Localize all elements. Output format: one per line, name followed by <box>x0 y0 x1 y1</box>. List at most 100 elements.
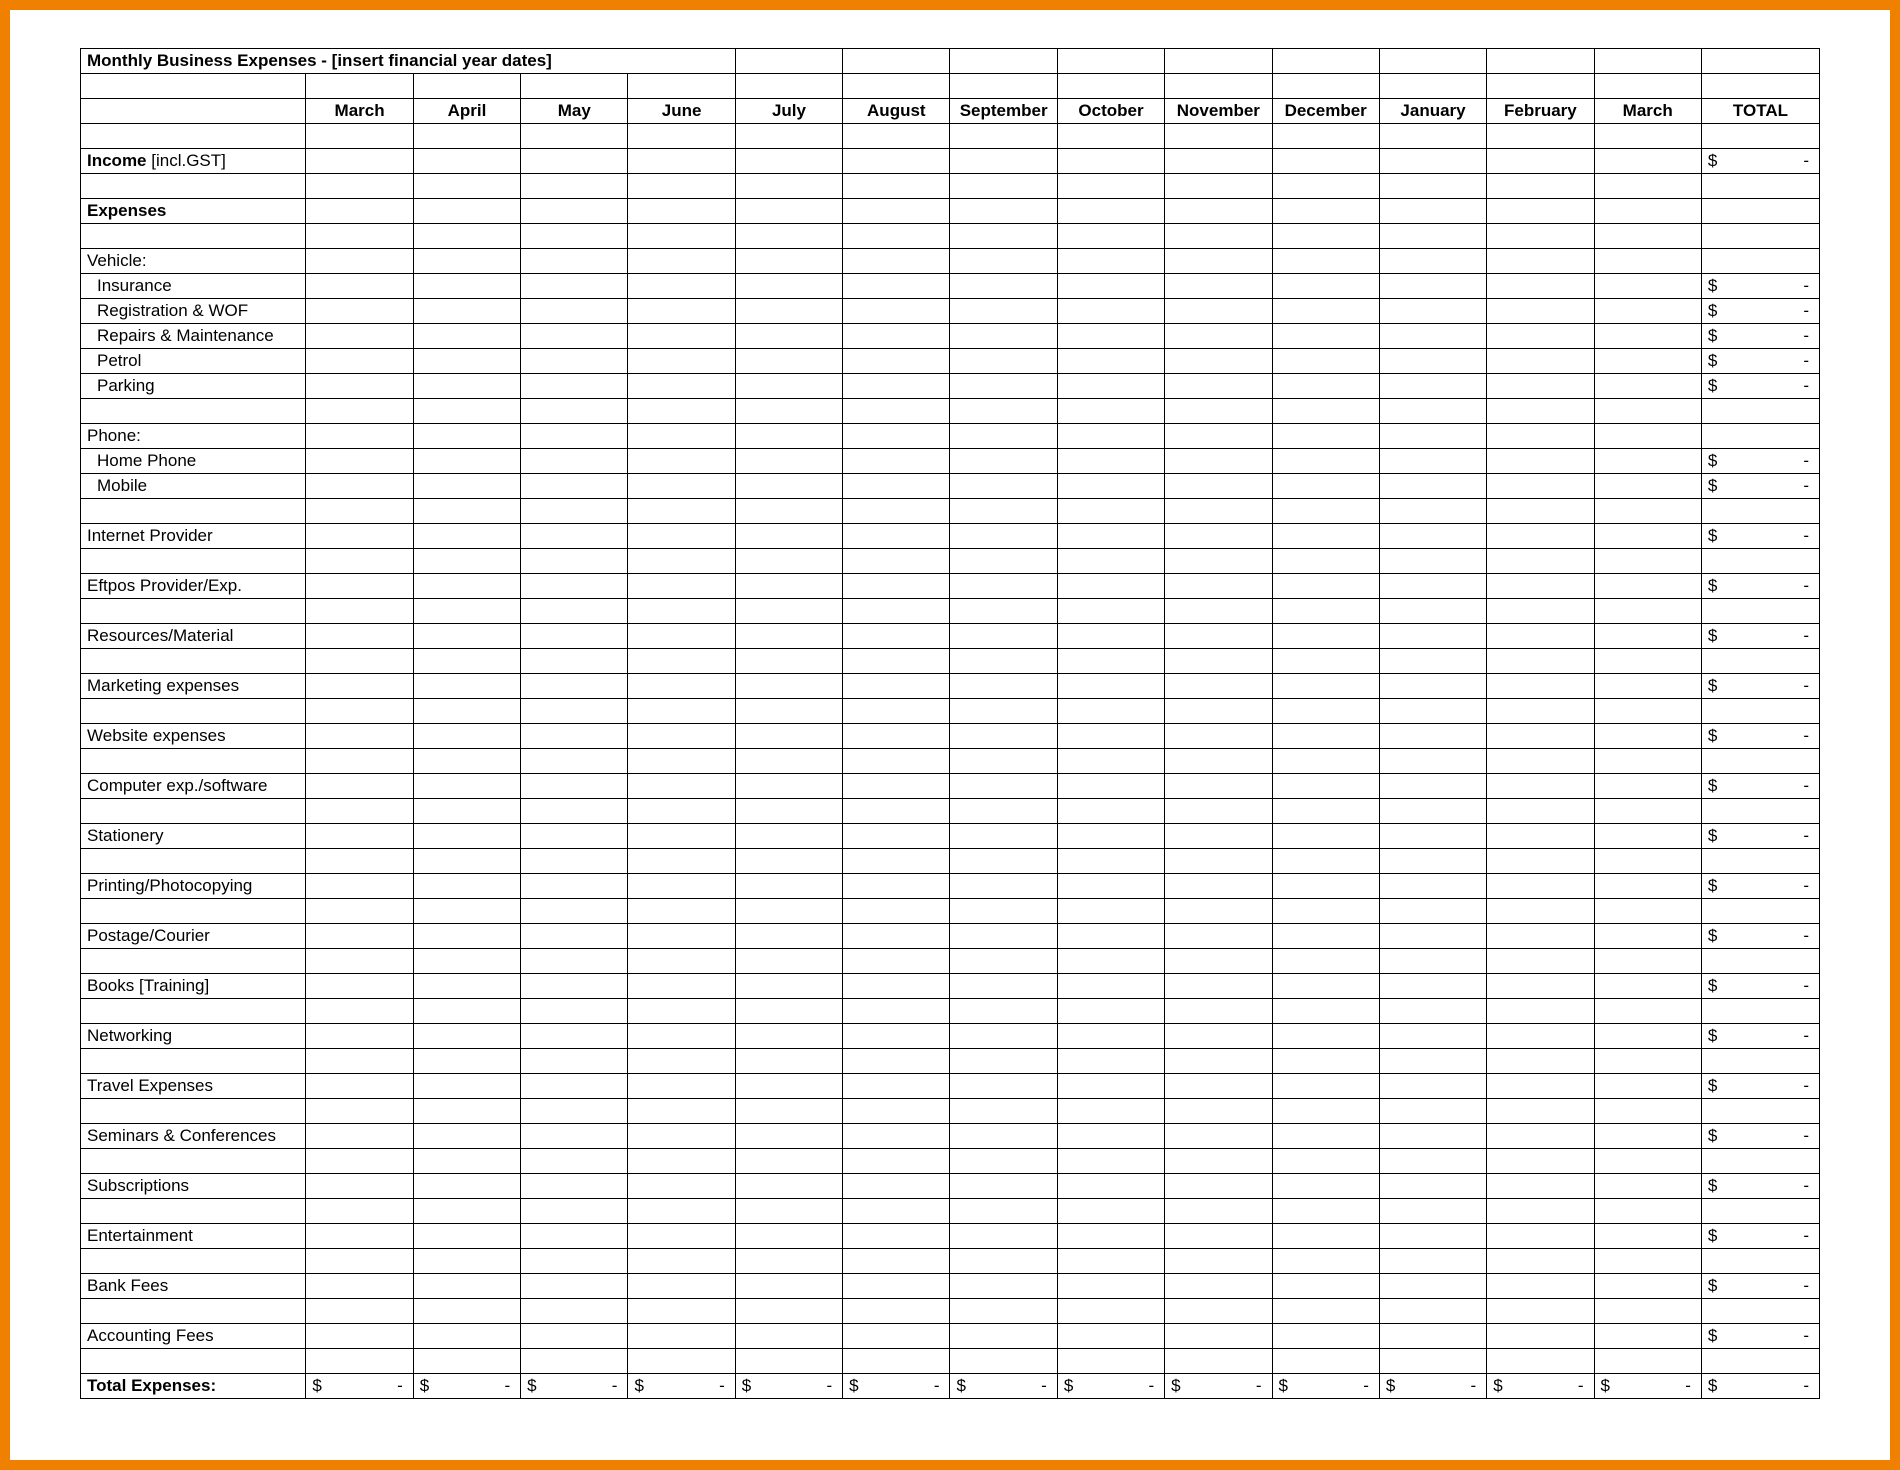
cell[interactable] <box>1272 1024 1379 1049</box>
row-total[interactable]: $- <box>1701 1174 1819 1199</box>
cell[interactable] <box>628 149 735 174</box>
cell[interactable] <box>306 374 413 399</box>
cell[interactable] <box>1487 349 1594 374</box>
cell[interactable] <box>306 324 413 349</box>
row-total[interactable]: $- <box>1701 474 1819 499</box>
cell[interactable] <box>1379 349 1486 374</box>
row-label[interactable]: Internet Provider <box>81 524 306 549</box>
cell[interactable] <box>1487 299 1594 324</box>
cell[interactable] <box>1594 774 1701 799</box>
cell[interactable] <box>950 524 1057 549</box>
cell[interactable] <box>1165 724 1272 749</box>
cell[interactable] <box>413 274 520 299</box>
cell[interactable] <box>413 1324 520 1349</box>
total-expenses-month[interactable]: $- <box>1487 1374 1594 1399</box>
cell[interactable] <box>1487 924 1594 949</box>
row-label[interactable]: Resources/Material <box>81 624 306 649</box>
cell[interactable] <box>413 524 520 549</box>
cell[interactable] <box>950 299 1057 324</box>
row-label[interactable]: Seminars & Conferences <box>81 1124 306 1149</box>
cell[interactable] <box>628 874 735 899</box>
cell[interactable] <box>950 824 1057 849</box>
cell[interactable] <box>1165 299 1272 324</box>
cell[interactable] <box>1379 674 1486 699</box>
cell[interactable] <box>413 449 520 474</box>
cell[interactable] <box>521 724 628 749</box>
cell[interactable] <box>950 874 1057 899</box>
cell[interactable] <box>1487 1224 1594 1249</box>
cell[interactable] <box>306 824 413 849</box>
cell[interactable] <box>1379 474 1486 499</box>
cell[interactable] <box>1487 324 1594 349</box>
cell[interactable] <box>735 1174 842 1199</box>
cell[interactable] <box>1057 299 1164 324</box>
cell[interactable] <box>1379 1224 1486 1249</box>
row-total[interactable]: $- <box>1701 624 1819 649</box>
cell[interactable] <box>1379 1274 1486 1299</box>
cell[interactable] <box>521 974 628 999</box>
cell[interactable] <box>628 774 735 799</box>
cell[interactable] <box>735 449 842 474</box>
cell[interactable] <box>306 924 413 949</box>
cell[interactable] <box>1379 824 1486 849</box>
cell[interactable] <box>1379 299 1486 324</box>
cell[interactable] <box>628 1224 735 1249</box>
cell[interactable] <box>628 449 735 474</box>
row-total[interactable]: $- <box>1701 374 1819 399</box>
row-total[interactable]: $- <box>1701 324 1819 349</box>
cell[interactable] <box>1594 1024 1701 1049</box>
row-total[interactable]: $- <box>1701 724 1819 749</box>
cell[interactable] <box>1057 349 1164 374</box>
cell[interactable] <box>413 1274 520 1299</box>
cell[interactable] <box>1594 724 1701 749</box>
cell[interactable] <box>1379 724 1486 749</box>
total-expenses-month[interactable]: $- <box>413 1374 520 1399</box>
cell[interactable] <box>1272 524 1379 549</box>
cell[interactable] <box>521 274 628 299</box>
row-total[interactable]: $- <box>1701 574 1819 599</box>
cell[interactable] <box>628 1074 735 1099</box>
row-label[interactable]: Income [incl.GST] <box>81 149 306 174</box>
row-total[interactable]: $- <box>1701 1024 1819 1049</box>
cell[interactable] <box>843 474 950 499</box>
row-total[interactable]: $- <box>1701 1224 1819 1249</box>
row-label[interactable]: Parking <box>81 374 306 399</box>
row-total[interactable]: $- <box>1701 924 1819 949</box>
cell[interactable] <box>1272 149 1379 174</box>
row-label[interactable]: Networking <box>81 1024 306 1049</box>
cell[interactable] <box>843 674 950 699</box>
cell[interactable] <box>950 974 1057 999</box>
cell[interactable] <box>306 774 413 799</box>
row-total[interactable]: $- <box>1701 974 1819 999</box>
cell[interactable] <box>735 349 842 374</box>
cell[interactable] <box>1165 824 1272 849</box>
cell[interactable] <box>628 274 735 299</box>
cell[interactable] <box>1165 1124 1272 1149</box>
cell[interactable] <box>1594 324 1701 349</box>
cell[interactable] <box>1165 1324 1272 1349</box>
cell[interactable] <box>306 974 413 999</box>
cell[interactable] <box>1594 624 1701 649</box>
row-label[interactable]: Eftpos Provider/Exp. <box>81 574 306 599</box>
cell[interactable] <box>1594 1324 1701 1349</box>
cell[interactable] <box>950 1074 1057 1099</box>
cell[interactable] <box>1272 299 1379 324</box>
cell[interactable] <box>1057 824 1164 849</box>
cell[interactable] <box>1594 874 1701 899</box>
cell[interactable] <box>1057 1074 1164 1099</box>
row-total[interactable]: $- <box>1701 349 1819 374</box>
cell[interactable] <box>1165 1074 1272 1099</box>
cell[interactable] <box>1379 1074 1486 1099</box>
cell[interactable] <box>950 1174 1057 1199</box>
cell[interactable] <box>1272 974 1379 999</box>
cell[interactable] <box>306 1124 413 1149</box>
cell[interactable] <box>628 1324 735 1349</box>
cell[interactable] <box>1057 1274 1164 1299</box>
cell[interactable] <box>1057 524 1164 549</box>
cell[interactable] <box>1272 774 1379 799</box>
cell[interactable] <box>735 1024 842 1049</box>
cell[interactable] <box>1379 974 1486 999</box>
cell[interactable] <box>1594 824 1701 849</box>
cell[interactable] <box>306 149 413 174</box>
cell[interactable] <box>1487 874 1594 899</box>
